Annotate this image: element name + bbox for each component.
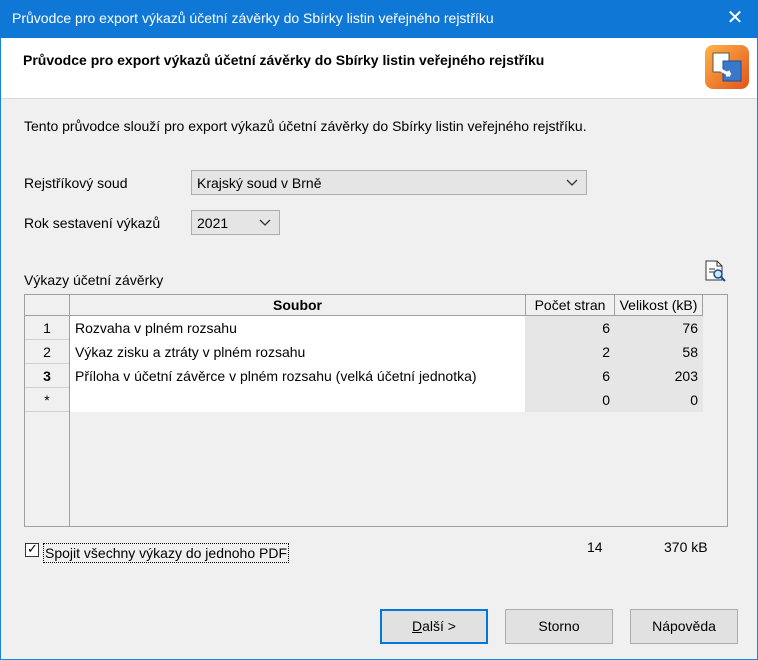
close-icon[interactable]: ✕ <box>712 0 758 38</box>
intro-text: Tento průvodce slouží pro export výkazů … <box>24 118 587 134</box>
next-mnemonic: D <box>412 618 423 634</box>
file-cell[interactable]: Výkaz zisku a ztráty v plném rozsahu <box>70 340 526 364</box>
row-number[interactable]: 2 <box>25 340 69 364</box>
year-value: 2021 <box>197 215 229 231</box>
year-label: Rok sestavení výkazů <box>24 215 161 231</box>
table-row[interactable]: 1 Rozvaha v plném rozsahu 6 76 <box>25 316 727 340</box>
title-bar: Průvodce pro export výkazů účetní závěrk… <box>0 0 758 38</box>
size-cell: 76 <box>615 316 703 340</box>
file-cell[interactable]: Příloha v účetní závěrce v plném rozsahu… <box>70 364 526 388</box>
wizard-header: Průvodce pro export výkazů účetní závěrk… <box>1 38 757 99</box>
wizard-content: Tento průvodce slouží pro export výkazů … <box>1 99 757 589</box>
cancel-button[interactable]: Storno <box>505 609 613 644</box>
court-select[interactable]: Krajský soud v Brně <box>191 170 587 195</box>
year-select[interactable]: 2021 <box>191 210 280 235</box>
row-number[interactable]: * <box>25 388 69 412</box>
total-size: 370 kB <box>664 539 708 555</box>
pages-cell: 6 <box>526 316 615 340</box>
chevron-down-icon <box>566 179 578 186</box>
court-value: Krajský soud v Brně <box>197 175 322 191</box>
size-cell: 58 <box>615 340 703 364</box>
export-wizard-icon <box>705 45 749 89</box>
file-cell[interactable]: Rozvaha v plném rozsahu <box>70 316 526 340</box>
table-row[interactable]: 3 Příloha v účetní závěrce v plném rozsa… <box>25 364 727 388</box>
preview-icon[interactable] <box>703 260 727 282</box>
row-number[interactable]: 3 <box>25 364 69 388</box>
court-label: Rejstříkový soud <box>24 175 128 191</box>
column-header-file[interactable]: Soubor <box>70 295 526 316</box>
wizard-title: Průvodce pro export výkazů účetní závěrk… <box>23 52 545 68</box>
column-header-size[interactable]: Velikost (kB) <box>615 295 703 316</box>
table-row[interactable]: 2 Výkaz zisku a ztráty v plném rozsahu 2… <box>25 340 727 364</box>
merge-checkbox-label[interactable]: Spojit všechny výkazy do jednoho PDF <box>43 543 290 563</box>
size-cell: 203 <box>615 364 703 388</box>
window-title: Průvodce pro export výkazů účetní závěrk… <box>12 10 494 26</box>
size-cell: 0 <box>615 388 703 412</box>
next-button[interactable]: Další > <box>380 609 488 644</box>
pages-cell: 2 <box>526 340 615 364</box>
pages-cell: 6 <box>526 364 615 388</box>
grid-corner <box>25 295 70 316</box>
table-row-new[interactable]: * 0 0 <box>25 388 727 412</box>
file-cell[interactable] <box>70 388 526 412</box>
column-header-pages[interactable]: Počet stran <box>526 295 615 316</box>
pages-cell: 0 <box>526 388 615 412</box>
help-button[interactable]: Nápověda <box>630 609 738 644</box>
merge-checkbox[interactable]: ✓ <box>25 541 39 557</box>
next-label: alší > <box>422 618 456 634</box>
reports-grid[interactable]: Soubor Počet stran Velikost (kB) 1 Rozva… <box>24 294 728 527</box>
grid-caption: Výkazy účetní závěrky <box>24 272 164 288</box>
row-number[interactable]: 1 <box>25 316 69 340</box>
checkmark-icon: ✓ <box>27 541 38 556</box>
chevron-down-icon <box>259 219 271 226</box>
total-pages: 14 <box>587 539 603 555</box>
